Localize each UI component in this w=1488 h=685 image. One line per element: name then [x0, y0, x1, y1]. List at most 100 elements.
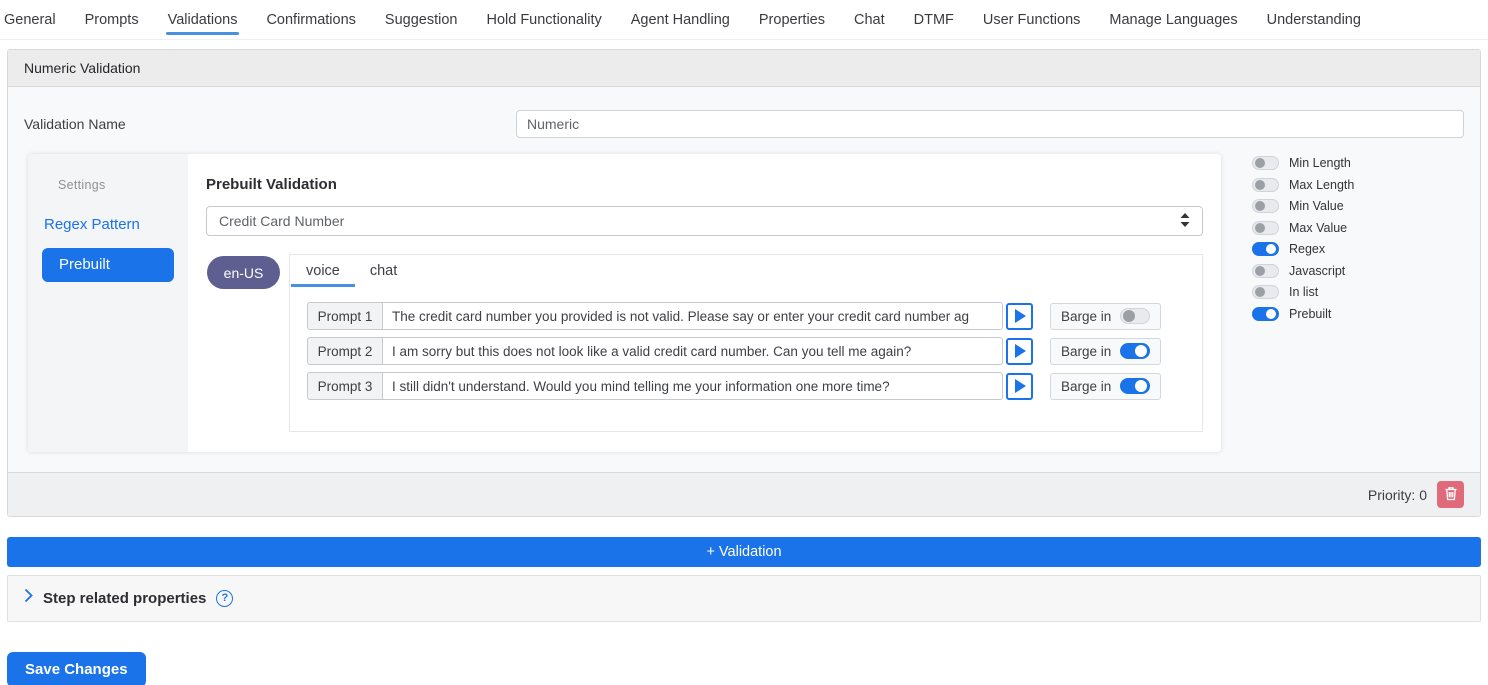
validation-type-toggles: Min Length Max Length Min Value Max Valu…	[1252, 154, 1354, 452]
prompt-2-label: Prompt 2	[307, 337, 383, 365]
toggle-row-max-value: Max Value	[1252, 221, 1354, 235]
prompt-3-input[interactable]	[383, 372, 1003, 400]
prompt-row-2: Prompt 2 Barge in	[307, 337, 1202, 365]
validation-card-title: Numeric Validation	[8, 50, 1480, 87]
javascript-toggle[interactable]	[1252, 264, 1279, 278]
language-prompts-block: en-US voice chat Prompt 1 Barge in	[289, 254, 1203, 432]
tab-hold-functionality[interactable]: Hold Functionality	[486, 0, 601, 39]
barge-in-toggle-1[interactable]	[1120, 308, 1150, 324]
min-length-toggle[interactable]	[1252, 156, 1279, 170]
barge-in-box-2: Barge in	[1050, 338, 1161, 365]
toggle-knob	[1255, 180, 1265, 190]
max-length-toggle[interactable]	[1252, 178, 1279, 192]
min-value-label: Min Value	[1289, 199, 1344, 213]
language-tag[interactable]: en-US	[207, 256, 280, 289]
tab-chat-channel[interactable]: chat	[355, 255, 412, 287]
toggle-knob	[1255, 223, 1265, 233]
sidebar-item-prebuilt[interactable]: Prebuilt	[42, 248, 174, 282]
validation-content-row: Settings Regex Pattern Prebuilt Prebuilt…	[8, 138, 1480, 452]
prebuilt-validation-select[interactable]: Credit Card Number	[206, 206, 1203, 236]
in-list-label: In list	[1289, 285, 1318, 299]
tab-chat[interactable]: Chat	[854, 0, 885, 39]
toggle-knob	[1255, 287, 1265, 297]
barge-in-box-3: Barge in	[1050, 373, 1161, 400]
add-validation-button[interactable]: + Validation	[7, 537, 1481, 567]
top-nav: General Prompts Validations Confirmation…	[0, 0, 1488, 40]
validation-settings-card: Settings Regex Pattern Prebuilt Prebuilt…	[28, 154, 1221, 452]
in-list-toggle[interactable]	[1252, 285, 1279, 299]
tab-agent-handling[interactable]: Agent Handling	[631, 0, 730, 39]
toggle-knob	[1135, 345, 1147, 357]
tab-properties[interactable]: Properties	[759, 0, 825, 39]
chevron-right-icon	[24, 588, 33, 606]
prompt-2-input[interactable]	[383, 337, 1003, 365]
prebuilt-panel: Prebuilt Validation Credit Card Number e…	[188, 154, 1221, 452]
tab-user-functions[interactable]: User Functions	[983, 0, 1081, 39]
settings-title: Settings	[58, 178, 188, 192]
toggle-row-regex: Regex	[1252, 242, 1354, 256]
play-icon	[1015, 309, 1026, 323]
tab-general[interactable]: General	[4, 0, 56, 39]
sidebar-item-regex-pattern[interactable]: Regex Pattern	[44, 216, 188, 233]
toggle-knob	[1255, 158, 1265, 168]
priority-label: Priority: 0	[1368, 487, 1427, 503]
javascript-label: Javascript	[1289, 264, 1345, 278]
barge-in-box-1: Barge in	[1050, 303, 1161, 330]
barge-in-toggle-2[interactable]	[1120, 343, 1150, 359]
max-value-toggle[interactable]	[1252, 221, 1279, 235]
tab-voice[interactable]: voice	[291, 255, 355, 287]
save-changes-button[interactable]: Save Changes	[7, 652, 146, 685]
play-prompt-3-button[interactable]	[1006, 373, 1033, 400]
delete-validation-button[interactable]	[1437, 481, 1464, 508]
toggle-knob	[1255, 201, 1265, 211]
regex-label: Regex	[1289, 242, 1325, 256]
help-icon[interactable]: ?	[216, 590, 233, 607]
tab-understanding[interactable]: Understanding	[1267, 0, 1361, 39]
tab-confirmations[interactable]: Confirmations	[266, 0, 355, 39]
validation-name-label: Validation Name	[24, 116, 516, 132]
play-icon	[1015, 379, 1026, 393]
max-length-label: Max Length	[1289, 178, 1354, 192]
trash-icon	[1444, 486, 1458, 504]
prompt-1-label: Prompt 1	[307, 302, 383, 330]
barge-in-toggle-3[interactable]	[1120, 378, 1150, 394]
barge-in-label: Barge in	[1061, 309, 1111, 324]
play-prompt-2-button[interactable]	[1006, 338, 1033, 365]
numeric-validation-card: Numeric Validation Validation Name Setti…	[7, 49, 1481, 517]
settings-sidebar: Settings Regex Pattern Prebuilt	[28, 154, 188, 452]
toggle-row-prebuilt: Prebuilt	[1252, 307, 1354, 321]
tab-validations[interactable]: Validations	[168, 0, 238, 39]
toggle-knob	[1135, 380, 1147, 392]
channel-tabs: voice chat	[290, 255, 1202, 287]
tab-manage-languages[interactable]: Manage Languages	[1109, 0, 1237, 39]
prompt-row-1: Prompt 1 Barge in	[307, 302, 1202, 330]
toggle-row-in-list: In list	[1252, 285, 1354, 299]
barge-in-label: Barge in	[1061, 379, 1111, 394]
regex-toggle[interactable]	[1252, 242, 1279, 256]
min-value-toggle[interactable]	[1252, 199, 1279, 213]
play-icon	[1015, 344, 1026, 358]
max-value-label: Max Value	[1289, 221, 1347, 235]
toggle-knob	[1266, 244, 1276, 254]
prompt-1-input[interactable]	[383, 302, 1003, 330]
validation-name-row: Validation Name	[8, 87, 1480, 138]
play-prompt-1-button[interactable]	[1006, 303, 1033, 330]
prompt-row-3: Prompt 3 Barge in	[307, 372, 1202, 400]
validation-name-input[interactable]	[516, 110, 1464, 138]
prebuilt-validation-label: Prebuilt Validation	[206, 176, 1203, 193]
min-length-label: Min Length	[1289, 156, 1351, 170]
step-related-properties-label: Step related properties	[43, 590, 206, 607]
step-related-properties-panel[interactable]: Step related properties ?	[7, 575, 1481, 622]
toggle-row-min-value: Min Value	[1252, 199, 1354, 213]
tab-prompts[interactable]: Prompts	[85, 0, 139, 39]
toggle-row-javascript: Javascript	[1252, 264, 1354, 278]
prompts-list: Prompt 1 Barge in Prompt 2	[290, 287, 1202, 431]
toggle-knob	[1123, 310, 1135, 322]
toggle-knob	[1255, 266, 1265, 276]
prebuilt-validation-selected-value: Credit Card Number	[219, 213, 344, 229]
toggle-row-min-length: Min Length	[1252, 156, 1354, 170]
select-updown-icon	[1180, 213, 1190, 230]
prebuilt-toggle[interactable]	[1252, 307, 1279, 321]
tab-suggestion[interactable]: Suggestion	[385, 0, 458, 39]
tab-dtmf[interactable]: DTMF	[914, 0, 954, 39]
